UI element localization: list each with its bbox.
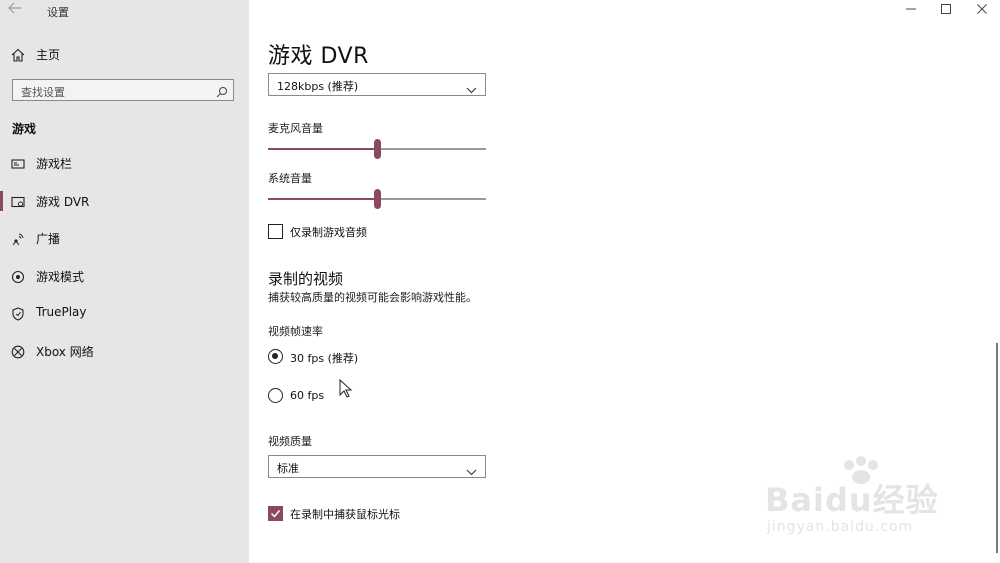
slider-fill [268,148,377,150]
chevron-down-icon [466,79,477,98]
sidebar-item-broadcast[interactable]: 广播 [0,225,249,251]
trueplay-icon [11,306,25,321]
mic-volume-label: 麦克风音量 [268,122,323,135]
slider-thumb[interactable] [374,189,381,209]
back-arrow-icon[interactable] [8,2,28,20]
audio-quality-dropdown[interactable]: 128kbps (推荐) [268,73,486,96]
sidebar-item-label: TruePlay [36,305,87,319]
game-audio-only-label: 仅录制游戏音频 [290,226,367,239]
capture-cursor-label: 在录制中捕获鼠标光标 [290,508,400,521]
sidebar-item-game-bar[interactable]: 游戏栏 [0,150,249,176]
mouse-pointer-icon [339,378,353,403]
sidebar-item-label: Xbox 网络 [36,345,94,359]
fps-60-radio[interactable] [268,388,283,403]
fps-30-radio[interactable] [268,349,283,364]
mic-volume-slider[interactable] [268,139,486,159]
sidebar-item-game-dvr[interactable]: 游戏 DVR [0,188,249,214]
recorded-video-heading: 录制的视频 [268,270,344,288]
sidebar-item-label: 游戏模式 [36,270,85,284]
game-bar-icon [11,156,25,170]
video-quality-value: 标准 [277,462,299,475]
sidebar-section-label: 游戏 [12,122,37,136]
sidebar-item-label: 游戏栏 [36,157,73,171]
page-title: 游戏 DVR [268,44,369,69]
sidebar-item-home[interactable]: 主页 [0,42,249,66]
scrollbar[interactable] [996,343,998,553]
xbox-icon [11,344,25,359]
checkmark-icon [270,510,281,518]
game-mode-icon [11,269,25,284]
baidu-watermark: Baidu经验 jingyan.baidu.com [765,455,975,545]
audio-quality-value: 128kbps (推荐) [277,80,359,93]
watermark-url: jingyan.baidu.com [767,519,914,535]
system-volume-slider[interactable] [268,189,486,209]
sidebar-item-label: 广播 [36,232,61,246]
watermark-brand: Baidu经验 [765,481,939,519]
fps-60-label: 60 fps [290,389,325,402]
sidebar-item-trueplay[interactable]: TruePlay [0,300,249,326]
video-quality-dropdown[interactable]: 标准 [268,455,486,478]
recorded-video-description: 捕获较高质量的视频可能会影响游戏性能。 [268,291,477,304]
sidebar-item-label: 主页 [36,48,61,62]
sidebar-item-game-mode[interactable]: 游戏模式 [0,263,249,289]
broadcast-icon [11,231,25,246]
search-placeholder: 查找设置 [21,86,65,99]
sidebar-item-xbox-network[interactable]: Xbox 网络 [0,338,249,364]
fps-30-label: 30 fps (推荐) [290,352,359,365]
search-input[interactable]: 查找设置 [12,79,234,101]
chevron-down-icon [466,461,477,480]
slider-fill [268,198,377,200]
search-icon[interactable] [216,83,228,102]
app-title: 设置 [47,6,69,19]
home-icon [11,47,25,66]
sidebar-item-label: 游戏 DVR [36,195,90,209]
frame-rate-label: 视频帧速率 [268,325,323,338]
video-quality-label: 视频质量 [268,435,312,448]
game-audio-only-checkbox[interactable] [268,224,283,239]
sidebar: 设置 主页 查找设置 游戏 游戏栏 游戏 DVR 广播 游戏模式 TruePla… [0,0,249,563]
slider-thumb[interactable] [374,139,381,159]
game-dvr-icon [11,194,25,208]
system-volume-label: 系统音量 [268,172,312,185]
capture-cursor-checkbox[interactable] [268,506,283,521]
